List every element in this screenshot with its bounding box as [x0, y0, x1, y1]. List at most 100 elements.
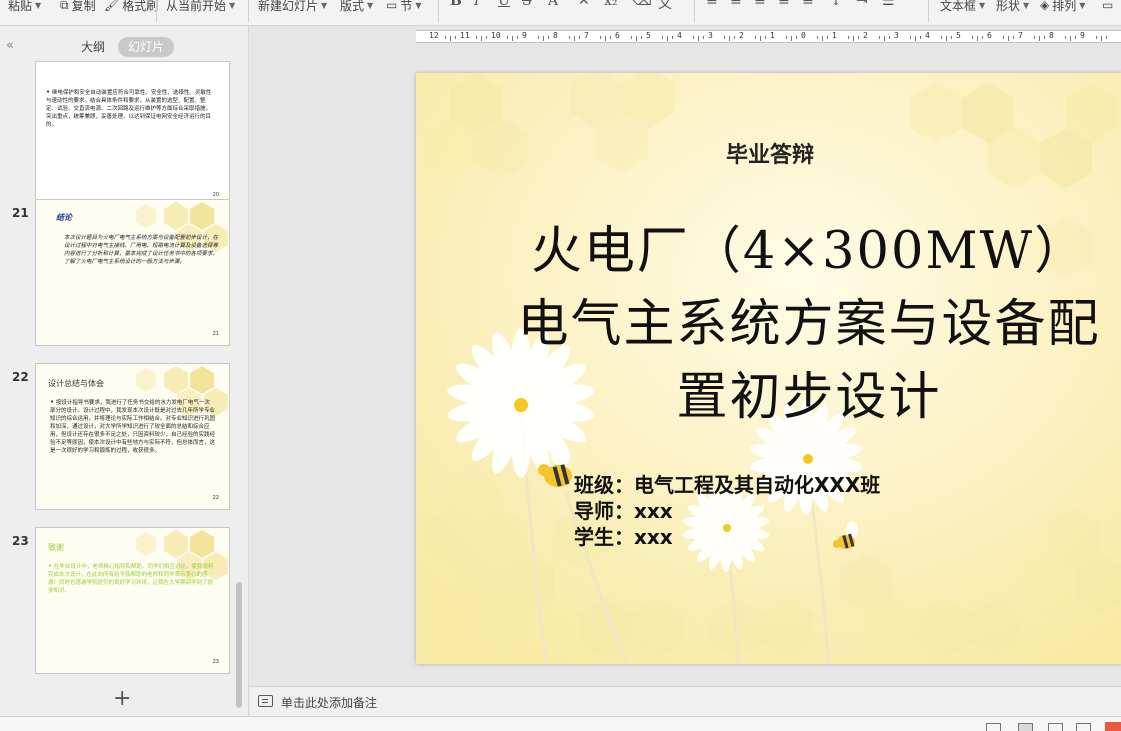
arrange-button[interactable]: ◈ 排列 ▼ [1040, 0, 1085, 16]
slide-thumbnail-23[interactable]: 致谢 • 在毕业设计中，老师精心指导和帮助，同学们相互讨论，使我顺利完成本次设计… [35, 527, 230, 674]
align-right-icon[interactable]: ≡ [754, 0, 766, 9]
slideshow-view-icon[interactable] [1076, 723, 1091, 731]
ruler-number: 10 [491, 31, 501, 40]
ruler-number: 3 [894, 31, 899, 40]
ruler-number: 12 [429, 31, 439, 40]
ruler-number: 1 [770, 31, 775, 40]
notes-pane[interactable]: 单击此处添加备注 [250, 686, 1121, 716]
chevron-down-icon: ▼ [35, 0, 42, 10]
ruler-tick [600, 36, 601, 39]
ruler-tick [450, 36, 451, 41]
justify-icon[interactable]: ≡ [778, 0, 790, 9]
italic-button[interactable]: I [474, 0, 480, 9]
ribbon-toolbar: 粘贴 ▼ ⧉ 复制 🖌 格式刷 从当前开始 ▼ 新建幻灯片 ▼ 版式 ▼ ▭ 节 ▼ B I U… [0, 0, 1121, 26]
bold-button[interactable]: B [450, 0, 462, 9]
new-slide-button[interactable]: 新建幻灯片 ▼ [258, 0, 327, 16]
ruler-number: 6 [615, 31, 620, 40]
ruler-number: 9 [522, 31, 527, 40]
toolbar-divider [928, 0, 929, 22]
ruler-tick [915, 36, 916, 41]
teacher-info[interactable]: 导师：xxx [574, 495, 673, 524]
eraser-icon[interactable]: ⌫ [632, 0, 652, 9]
slide-thumbnail-22[interactable]: 设计总结与体会 • 按设计指导书要求，我进行了任务书交给的水力发电厂电气一次部分… [35, 363, 230, 510]
ruler-number: 8 [553, 31, 558, 40]
ruler-tick [724, 36, 725, 39]
textbox-button[interactable]: 文本框 ▼ [940, 0, 985, 16]
ruler-tick [755, 36, 756, 39]
tab-outline[interactable]: 大纲 [74, 37, 112, 57]
line-spacing-icon[interactable]: ↕ [830, 0, 842, 9]
underline-button[interactable]: U [498, 0, 510, 9]
thumbnail-title: 设计总结与体会 [48, 379, 104, 388]
arrange-label: 排列 [1052, 0, 1077, 13]
list-icon[interactable]: ☰ [882, 0, 895, 9]
ruler-number: 8 [1049, 31, 1054, 40]
align-left-icon[interactable]: ≡ [706, 0, 718, 9]
ruler-tick [636, 36, 637, 41]
indent-icon[interactable]: ⇥ [856, 0, 868, 9]
ruler-tick [817, 36, 818, 39]
ruler-tick [786, 36, 787, 39]
ruler-tick [445, 36, 446, 39]
ruler-tick [982, 36, 983, 39]
align-center-icon[interactable]: ≡ [730, 0, 742, 9]
phonetic-icon[interactable]: 文 [658, 0, 672, 13]
ruler-tick [703, 36, 704, 39]
collapse-panel-icon[interactable]: « [6, 38, 14, 53]
chevron-down-icon: ▼ [979, 0, 986, 10]
thumbnail-body-text: 继电保护和安全自动装置应符合可靠性、安全性、选择性、灵敏性与速动性的要求。结合具… [46, 90, 212, 128]
format-painter-button[interactable]: 🖌 格式刷 [104, 0, 158, 16]
slide-thumbnail-20[interactable]: • 继电保护和安全自动装置应符合可靠性、安全性、选择性、灵敏性与速动性的要求。结… [35, 61, 230, 207]
shapes-label: 形状 [996, 0, 1021, 13]
from-current-button[interactable]: 从当前开始 ▼ [166, 0, 235, 16]
student-info[interactable]: 学生：xxx [574, 521, 673, 550]
more-icon[interactable]: ▭ [1102, 0, 1113, 16]
ruler-tick [946, 36, 947, 41]
slide-subtitle[interactable]: 毕业答辩 [726, 137, 814, 169]
paste-button[interactable]: 粘贴 ▼ [8, 0, 41, 16]
add-slide-button[interactable]: + [113, 686, 131, 711]
slide-number: 23 [12, 534, 29, 548]
ruler-number: 4 [677, 31, 682, 40]
font-color-icon[interactable]: A [548, 0, 558, 9]
section-button[interactable]: ▭ 节 ▼ [386, 0, 422, 16]
copy-button[interactable]: ⧉ 复制 [60, 0, 96, 16]
ruler-tick [1101, 36, 1102, 41]
play-button-icon[interactable] [1105, 722, 1121, 731]
slide-title[interactable]: 火电厂（4×300MW） 电气主系统方案与设备配 置初步设计 [484, 215, 1121, 434]
ruler-tick [729, 36, 730, 41]
distribute-icon[interactable]: ≡ [802, 0, 814, 9]
reading-view-icon[interactable] [1048, 723, 1063, 731]
ruler-tick [538, 36, 539, 39]
subscript-icon[interactable]: x₂ [604, 0, 618, 9]
chevron-down-icon: ▼ [321, 0, 328, 10]
thumbnail-page-number: 21 [212, 331, 219, 337]
layout-button[interactable]: 版式 ▼ [340, 0, 373, 16]
ruler-tick [951, 36, 952, 39]
slide-sorter-view-icon[interactable] [1018, 723, 1033, 731]
slide-number: 21 [12, 206, 29, 220]
thumbnail-title: 致谢 [48, 543, 64, 552]
slide-thumbnail-21[interactable]: 结论 本次设计题目为火电厂电气主系统方案与设备配置初步设计，在设计过程中对电气主… [35, 199, 230, 346]
class-info[interactable]: 班级：电气工程及其自动化XXX班 [574, 469, 880, 498]
ruler-number: 9 [1080, 31, 1085, 40]
brush-icon: 🖌 [104, 0, 120, 12]
tab-slides[interactable]: 幻灯片 [118, 37, 174, 57]
notes-icon [258, 695, 273, 707]
clear-format-icon[interactable]: ✕ [578, 0, 590, 9]
ruler-number: 2 [863, 31, 868, 40]
ruler-tick [1075, 36, 1076, 39]
ruler-tick [1003, 36, 1004, 39]
thumbnail-page-number: 23 [212, 659, 219, 665]
current-slide[interactable]: 毕业答辩 火电厂（4×300MW） 电气主系统方案与设备配 置初步设计 班级：电… [416, 73, 1121, 664]
normal-view-icon[interactable] [986, 723, 1001, 731]
shapes-button[interactable]: 形状 ▼ [996, 0, 1029, 16]
ruler-tick [879, 36, 880, 39]
ruler-tick [765, 36, 766, 39]
panel-scrollbar[interactable] [236, 582, 242, 708]
strikethrough-button[interactable]: S [522, 0, 532, 9]
notes-placeholder: 单击此处添加备注 [281, 696, 378, 710]
ruler-tick [977, 36, 978, 41]
ruler-tick [641, 36, 642, 39]
ruler-tick [1008, 36, 1009, 41]
